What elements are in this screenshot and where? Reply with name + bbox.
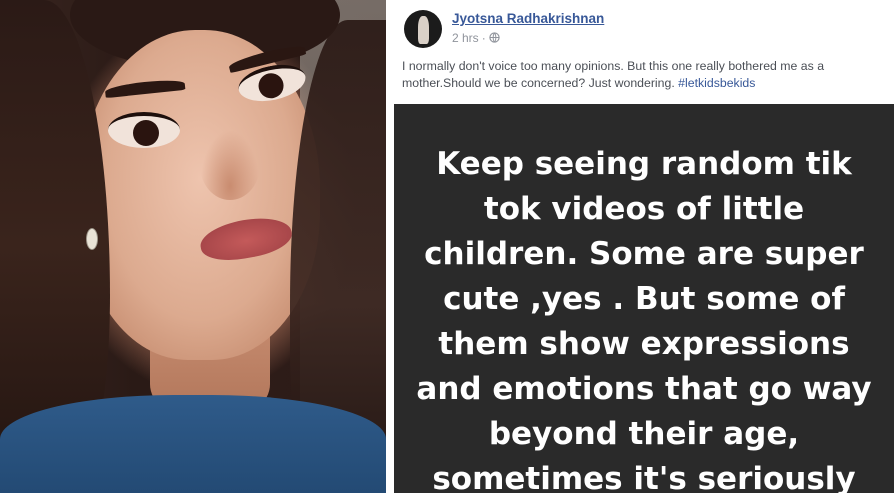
author-name-link[interactable]: Jyotsna Radhakrishnan	[452, 11, 604, 26]
hashtag-link[interactable]: #letkidsbekids	[678, 76, 755, 90]
meta-separator: ·	[481, 31, 486, 45]
post-text-line2: mother.Should we be concerned? Just wond…	[402, 76, 679, 90]
story-line: beyond their age,	[488, 416, 800, 452]
facebook-post: Jyotsna Radhakrishnan 2 hrs · I normally …	[394, 0, 894, 497]
story-line: them show expressions	[438, 326, 850, 362]
story-line: cute ,yes . But some of	[443, 281, 845, 317]
story-line: children. Some are super	[424, 236, 864, 272]
post-timestamp[interactable]: 2 hrs	[452, 31, 479, 45]
nose	[200, 130, 260, 200]
story-line: Keep seeing random tik	[436, 146, 852, 182]
post-text-line1: I normally don't voice too many opinions…	[402, 59, 825, 73]
globe-icon[interactable]	[489, 32, 500, 43]
story-image[interactable]: Keep seeing random tik tok videos of lit…	[394, 104, 894, 497]
story-text: Keep seeing random tik tok videos of lit…	[394, 142, 894, 502]
image-divider	[386, 0, 394, 493]
story-line: sometimes it's seriously	[432, 461, 856, 497]
post-meta: 2 hrs ·	[452, 31, 500, 45]
portrait-photo	[0, 0, 386, 493]
shirt	[0, 395, 386, 493]
post-text: I normally don't voice too many opinions…	[402, 58, 890, 92]
eye-left	[108, 112, 180, 148]
story-line: tok videos of little	[483, 191, 805, 227]
earring	[86, 228, 98, 250]
story-line: and emotions that go way	[416, 371, 872, 407]
author-avatar[interactable]	[404, 10, 442, 48]
avatar-figure	[418, 16, 429, 44]
